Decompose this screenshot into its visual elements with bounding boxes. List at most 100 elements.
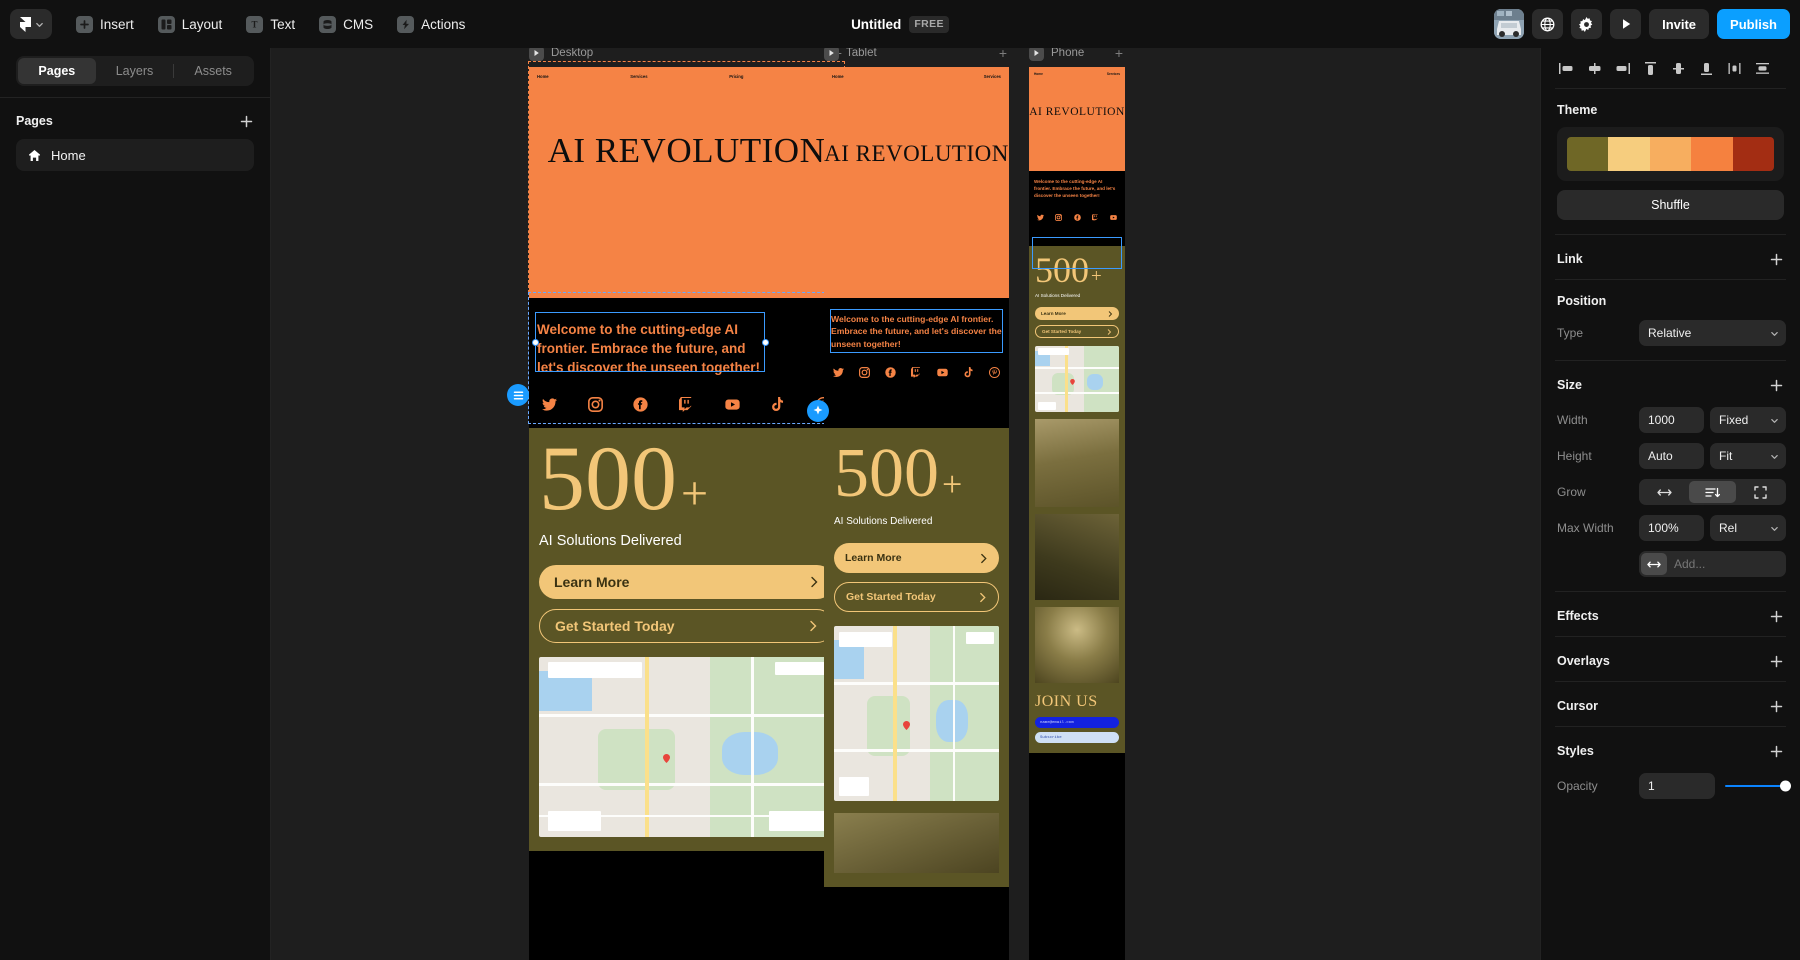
theme-swatch-2[interactable] bbox=[1649, 137, 1692, 171]
site-map-tablet[interactable] bbox=[834, 626, 999, 802]
twitter-icon[interactable] bbox=[1037, 214, 1044, 221]
site-map-desktop[interactable] bbox=[539, 656, 834, 837]
tab-pages[interactable]: Pages bbox=[18, 58, 96, 84]
add-effect-button[interactable] bbox=[1766, 606, 1786, 626]
site-tagline-tablet[interactable]: Welcome to the cutting-edge AI frontier.… bbox=[831, 313, 1002, 350]
theme-swatch-1[interactable] bbox=[1608, 137, 1650, 171]
pinterest-icon[interactable] bbox=[989, 367, 1000, 379]
site-tagline-phone[interactable]: Welcome to the cutting-edge AI frontier.… bbox=[1034, 179, 1120, 200]
design-canvas[interactable]: Desktop + Home Services Pricing FAQs AI … bbox=[271, 48, 1540, 960]
toolbar-actions[interactable]: Actions bbox=[387, 9, 475, 39]
frame-phone-name[interactable]: Phone bbox=[1051, 48, 1084, 59]
frame-phone-add[interactable]: + bbox=[1115, 48, 1123, 60]
add-page-button[interactable] bbox=[236, 111, 256, 131]
add-style-button[interactable] bbox=[1766, 741, 1786, 761]
nav-item-pricing[interactable]: Pricing bbox=[729, 74, 743, 79]
site-cta-primary-tablet[interactable]: Learn More bbox=[834, 543, 999, 574]
frame-desktop-body[interactable]: Home Services Pricing FAQs AI REVOLUTION… bbox=[529, 67, 844, 960]
opacity-slider[interactable] bbox=[1721, 773, 1791, 799]
site-tagline-desktop[interactable]: Welcome to the cutting-edge AI frontier.… bbox=[537, 320, 765, 377]
twitch-icon[interactable] bbox=[1091, 213, 1099, 221]
toolbar-text[interactable]: T Text bbox=[236, 9, 305, 39]
nav-item-home[interactable]: Home bbox=[1034, 72, 1043, 76]
site-cta-secondary-desktop[interactable]: Get Started Today bbox=[539, 608, 834, 643]
nav-item-home[interactable]: Home bbox=[832, 74, 844, 79]
height-input[interactable]: Auto bbox=[1639, 443, 1704, 469]
distribute-vertical-icon[interactable] bbox=[1749, 57, 1775, 79]
instagram-icon[interactable] bbox=[1055, 213, 1063, 221]
tab-assets[interactable]: Assets bbox=[174, 58, 252, 84]
invite-button[interactable]: Invite bbox=[1649, 9, 1710, 39]
gear-icon[interactable] bbox=[1571, 9, 1603, 39]
grow-vertical-icon[interactable] bbox=[1688, 481, 1737, 503]
align-top-icon[interactable] bbox=[1637, 57, 1663, 79]
site-cta-secondary-tablet[interactable]: Get Started Today bbox=[834, 582, 999, 613]
toolbar-layout[interactable]: Layout bbox=[148, 9, 233, 39]
size-add-field[interactable]: Add... bbox=[1639, 551, 1786, 577]
site-cta-primary-desktop[interactable]: Learn More bbox=[539, 564, 834, 599]
add-size-button[interactable] bbox=[1766, 375, 1786, 395]
facebook-icon[interactable] bbox=[885, 367, 896, 379]
avatar[interactable] bbox=[1494, 9, 1525, 39]
youtube-icon[interactable] bbox=[725, 397, 740, 412]
facebook-icon[interactable] bbox=[633, 397, 648, 413]
toolbar-insert[interactable]: Insert bbox=[66, 9, 144, 39]
nav-item-home[interactable]: Home bbox=[537, 74, 549, 79]
align-left-icon[interactable] bbox=[1553, 57, 1579, 79]
framer-logo-button[interactable] bbox=[10, 9, 52, 39]
plan-badge[interactable]: FREE bbox=[909, 15, 949, 33]
facebook-icon[interactable] bbox=[1073, 213, 1081, 221]
document-title[interactable]: Untitled bbox=[851, 17, 901, 32]
frame-play-icon[interactable] bbox=[1029, 48, 1044, 61]
theme-swatch-0[interactable] bbox=[1567, 137, 1609, 171]
maxwidth-mode-select[interactable]: Rel bbox=[1710, 515, 1786, 541]
opacity-input[interactable]: 1 bbox=[1639, 773, 1715, 799]
globe-icon[interactable] bbox=[1532, 9, 1564, 39]
add-cursor-button[interactable] bbox=[1766, 696, 1786, 716]
youtube-icon[interactable] bbox=[937, 367, 948, 378]
theme-swatch-3[interactable] bbox=[1691, 137, 1733, 171]
site-email-input-phone[interactable]: name@email.com bbox=[1035, 717, 1119, 729]
frame-tablet-add[interactable]: + bbox=[999, 48, 1007, 60]
nav-item-services[interactable]: Services bbox=[630, 74, 647, 79]
shuffle-button[interactable]: Shuffle bbox=[1557, 190, 1784, 220]
instagram-icon[interactable] bbox=[587, 397, 603, 413]
frame-tablet-name[interactable]: Tablet bbox=[846, 48, 877, 59]
height-mode-select[interactable]: Fit bbox=[1710, 443, 1786, 469]
frame-desktop-name[interactable]: Desktop bbox=[551, 48, 593, 59]
youtube-icon[interactable] bbox=[1110, 214, 1117, 221]
frame-play-icon[interactable] bbox=[824, 48, 839, 61]
sidebar-item-home[interactable]: Home bbox=[16, 139, 254, 171]
add-overlay-button[interactable] bbox=[1766, 651, 1786, 671]
ai-badge[interactable] bbox=[807, 400, 829, 422]
site-map-phone[interactable] bbox=[1035, 346, 1119, 413]
theme-swatch-card[interactable] bbox=[1557, 127, 1784, 181]
theme-swatch-4[interactable] bbox=[1732, 137, 1774, 171]
opacity-slider-track[interactable] bbox=[1725, 780, 1791, 792]
toolbar-cms[interactable]: CMS bbox=[309, 9, 383, 39]
grow-horizontal-icon[interactable] bbox=[1641, 481, 1689, 503]
twitch-icon[interactable] bbox=[911, 367, 922, 379]
tiktok-icon[interactable] bbox=[963, 367, 974, 378]
nav-item-services[interactable]: Services bbox=[984, 74, 1001, 79]
position-type-select[interactable]: Relative bbox=[1639, 320, 1786, 346]
twitch-icon[interactable] bbox=[678, 397, 694, 413]
site-cta-secondary-phone[interactable]: Get Started Today bbox=[1035, 325, 1119, 339]
tab-layers[interactable]: Layers bbox=[96, 58, 174, 84]
publish-button[interactable]: Publish bbox=[1717, 9, 1790, 39]
site-cta-primary-phone[interactable]: Learn More bbox=[1035, 307, 1119, 321]
add-link-button[interactable] bbox=[1766, 249, 1786, 269]
grow-both-icon[interactable] bbox=[1736, 481, 1784, 503]
align-bottom-icon[interactable] bbox=[1693, 57, 1719, 79]
site-subscribe-button-phone[interactable]: Subscribe bbox=[1035, 732, 1119, 744]
frame-phone-body[interactable]: Home Services AI REVOLUTION Welcome to t… bbox=[1029, 67, 1125, 960]
frame-tablet-body[interactable]: Home Services AI REVOLUTION Welcome to t… bbox=[824, 67, 1009, 960]
maxwidth-input[interactable]: 100% bbox=[1639, 515, 1704, 541]
align-right-icon[interactable] bbox=[1609, 57, 1635, 79]
twitter-icon[interactable] bbox=[833, 367, 844, 378]
frame-play-icon[interactable] bbox=[529, 48, 544, 61]
width-input[interactable]: 1000 bbox=[1639, 407, 1704, 433]
play-icon[interactable] bbox=[1610, 9, 1642, 39]
width-mode-select[interactable]: Fixed bbox=[1710, 407, 1786, 433]
align-center-horizontal-icon[interactable] bbox=[1581, 57, 1607, 79]
